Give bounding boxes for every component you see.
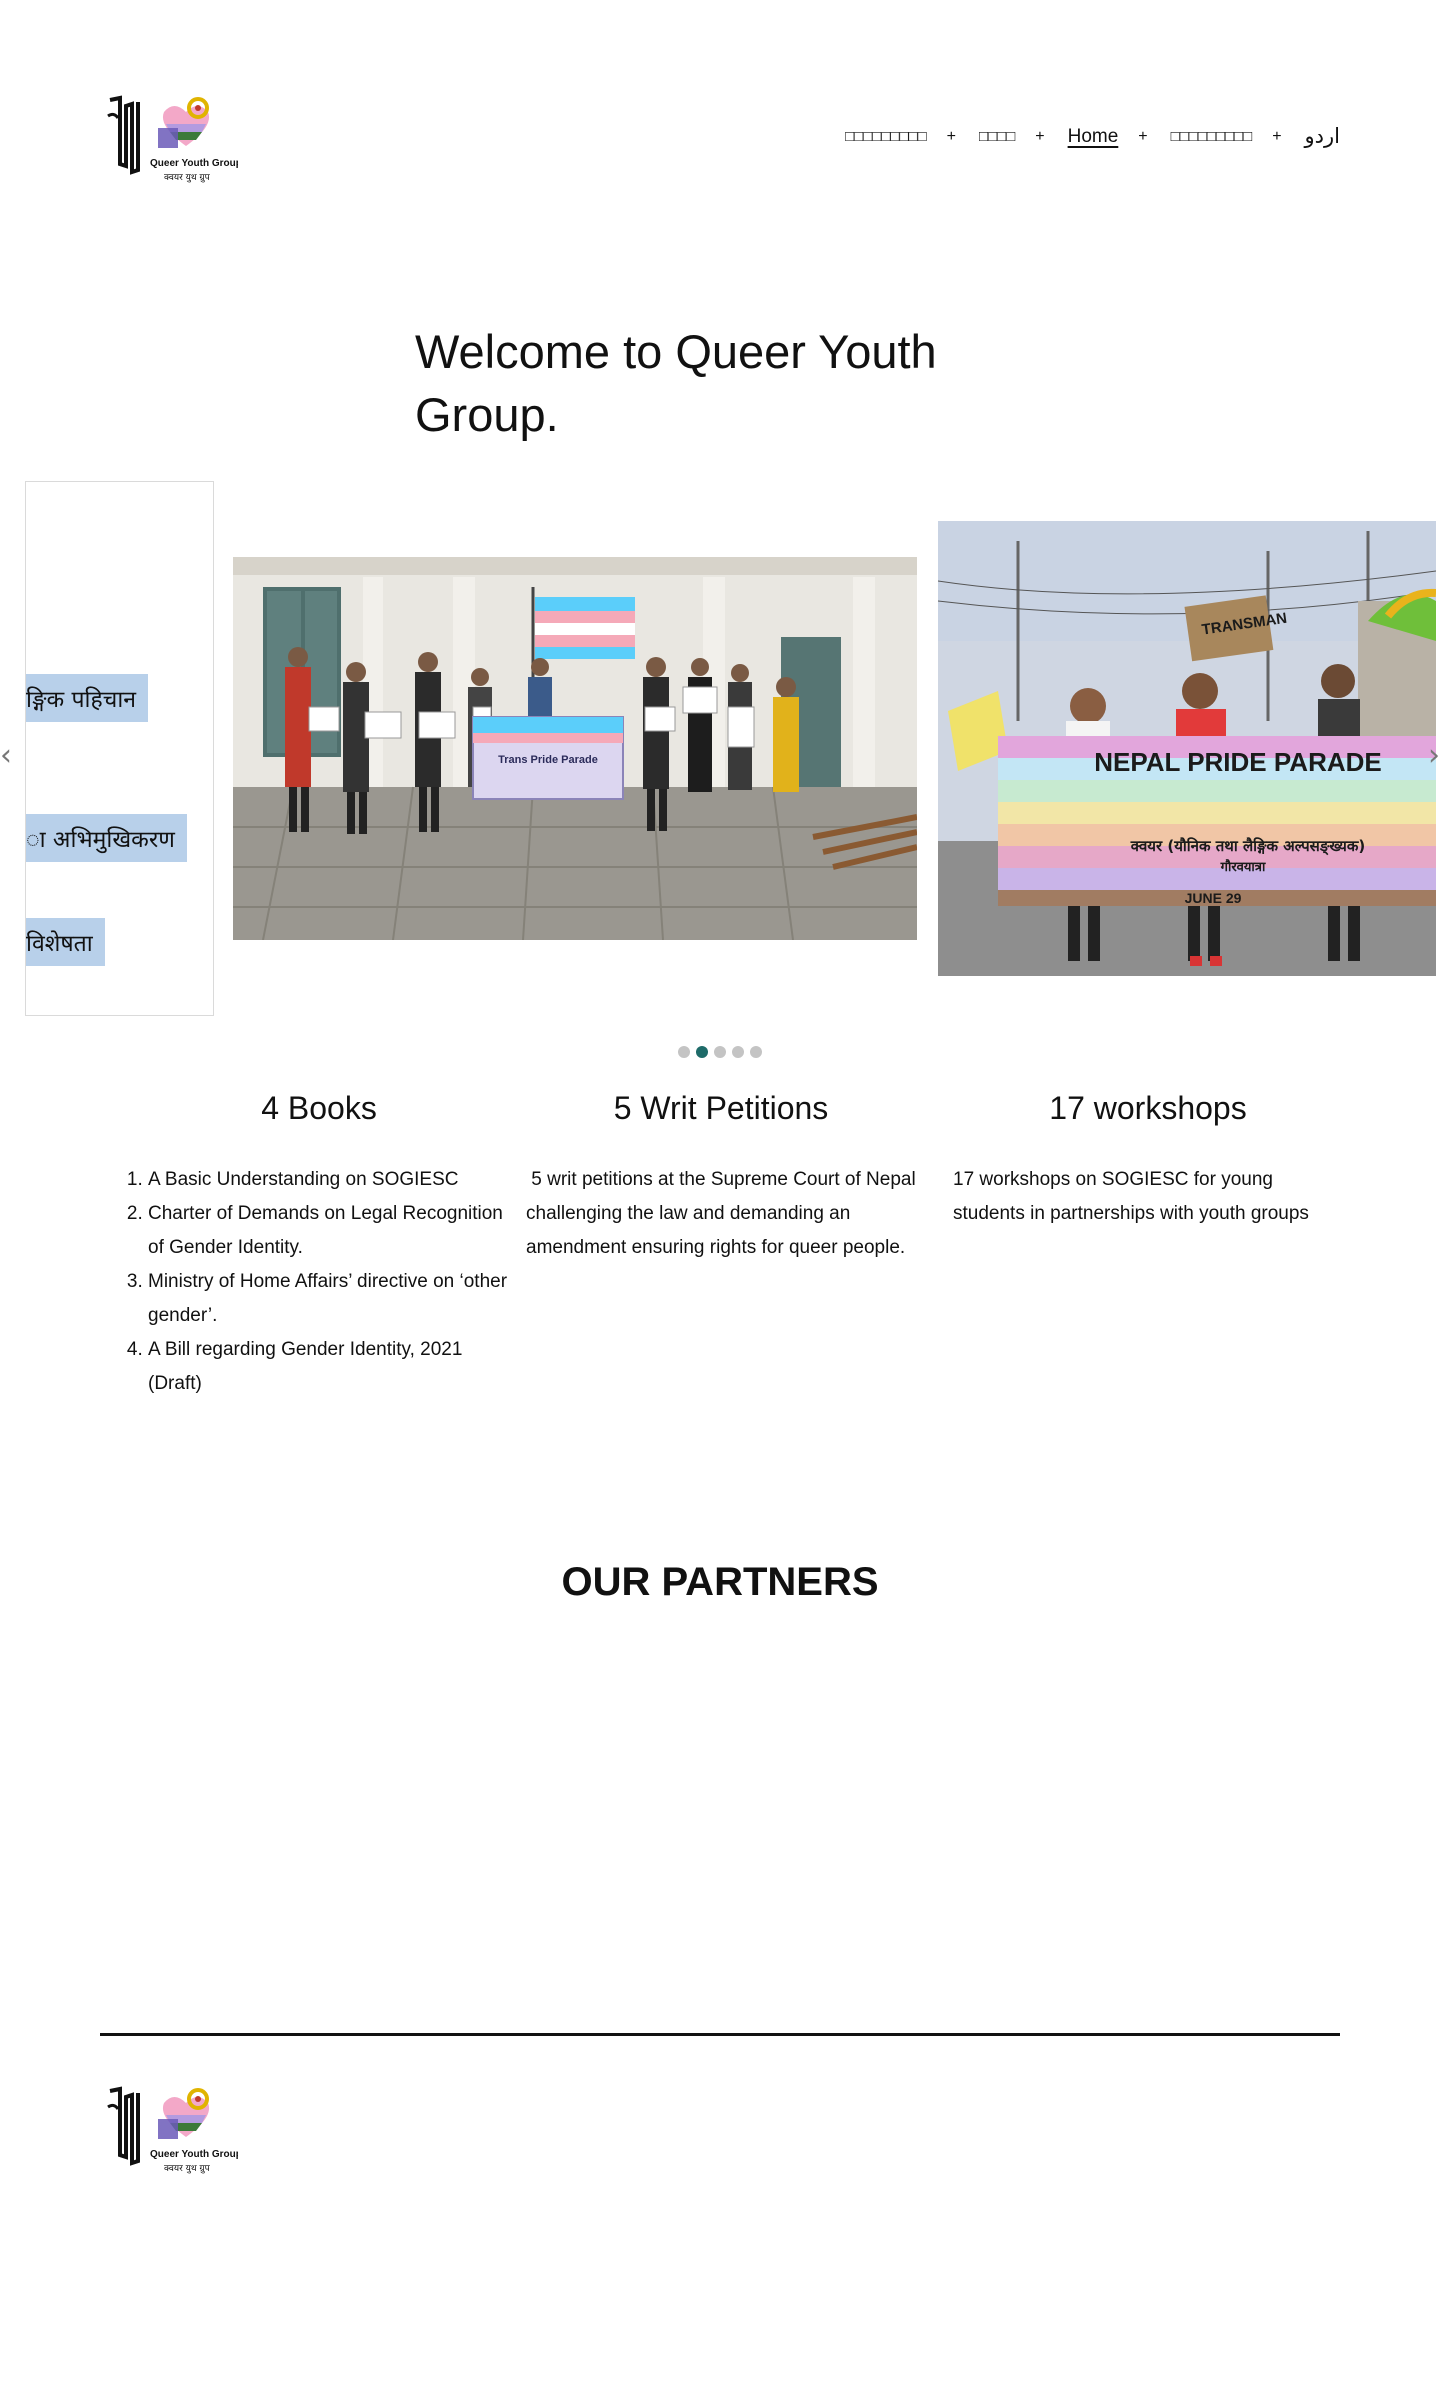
nav-link-4[interactable]: □□□□□□□□□ xyxy=(1171,128,1253,145)
primary-nav: □□□□□□□□□ + □□□□ + Home + □□□□□□□□□ + ار… xyxy=(845,124,1340,149)
stat-workshops: 17 workshops 17 workshops on SOGIESC for… xyxy=(953,1090,1343,1231)
logo-mark: Queer Youth Group क्वयर युथ ग्रुप xyxy=(107,95,242,183)
stat-writ-petitions: 5 Writ Petitions 5 writ petitions at the… xyxy=(526,1090,916,1265)
stat-title: 4 Books xyxy=(261,1090,377,1126)
card-label: ङ्गिक पहिचान xyxy=(26,674,149,722)
svg-text:JUNE 29: JUNE 29 xyxy=(1185,890,1242,906)
svg-text:गौरवयात्रा: गौरवयात्रा xyxy=(1220,859,1266,875)
trans-pride-photo: Trans Pride Parade xyxy=(233,557,917,940)
nav-item-urdu: اردو xyxy=(1305,124,1340,149)
nav-item-4: □□□□□□□□□ + xyxy=(1171,128,1305,146)
logo-mark: Queer Youth Group क्वयर युथ ग्रुप xyxy=(107,2086,242,2174)
carousel-slide-trans-pride-photo[interactable]: Trans Pride Parade xyxy=(233,557,917,940)
card-label: ा अभिमुखिकरण xyxy=(26,814,187,862)
svg-text:Queer Youth Group: Queer Youth Group xyxy=(150,158,238,169)
chevron-left-icon[interactable]: ‹ xyxy=(0,738,12,773)
chevron-right-icon[interactable]: › xyxy=(1428,738,1440,773)
list-item: Charter of Demands on Legal Recognition … xyxy=(148,1197,514,1265)
carousel-dot-active[interactable] xyxy=(696,1046,708,1058)
nav-link-urdu[interactable]: اردو xyxy=(1305,124,1340,149)
list-item: Ministry of Home Affairs’ directive on ‘… xyxy=(148,1265,514,1333)
stat-title: 5 Writ Petitions xyxy=(613,1090,829,1126)
footer-divider xyxy=(100,2033,1340,2036)
carousel-dot[interactable] xyxy=(750,1046,762,1058)
svg-text:क्वयर युथ ग्रुप: क्वयर युथ ग्रुप xyxy=(164,173,211,183)
site-logo[interactable]: Queer Youth Group क्वयर युथ ग्रुप xyxy=(106,94,242,186)
page-title: Welcome to Queer Youth Group. xyxy=(415,325,937,441)
svg-text:NEPAL PRIDE PARADE: NEPAL PRIDE PARADE xyxy=(1094,747,1382,777)
nav-link-home[interactable]: Home xyxy=(1068,126,1119,148)
svg-text:Queer Youth Group: Queer Youth Group xyxy=(150,2149,238,2160)
carousel-slide-nepal-pride-photo[interactable]: TRANSMAN NEPAL PRIDE PARADE क्वयर (यौनिक… xyxy=(938,521,1436,976)
submenu-toggle-icon[interactable]: + xyxy=(947,128,956,146)
submenu-toggle-icon[interactable]: + xyxy=(1138,128,1147,146)
nav-item-2: □□□□ + xyxy=(979,128,1068,146)
carousel-dot[interactable] xyxy=(714,1046,726,1058)
books-list: A Basic Understanding on SOGIESC Charter… xyxy=(124,1163,514,1401)
carousel-pagination xyxy=(678,1046,762,1058)
nav-link-1[interactable]: □□□□□□□□□ xyxy=(845,128,927,145)
list-item: A Basic Understanding on SOGIESC xyxy=(148,1163,514,1197)
stat-description: 5 writ petitions at the Supreme Court of… xyxy=(526,1169,921,1258)
nav-item-1: □□□□□□□□□ + xyxy=(845,128,979,146)
stat-description: 17 workshops on SOGIESC for young studen… xyxy=(953,1169,1309,1224)
submenu-toggle-icon[interactable]: + xyxy=(1272,128,1281,146)
carousel-dot[interactable] xyxy=(678,1046,690,1058)
carousel-slide-text-card[interactable]: ङ्गिक पहिचान ा अभिमुखिकरण विशेषता xyxy=(25,481,214,1016)
nav-link-2[interactable]: □□□□ xyxy=(979,128,1015,145)
footer-logo[interactable]: Queer Youth Group क्वयर युथ ग्रुप xyxy=(106,2085,242,2177)
card-label: विशेषता xyxy=(26,918,105,966)
svg-text:Trans Pride Parade: Trans Pride Parade xyxy=(498,754,598,766)
carousel-dot[interactable] xyxy=(732,1046,744,1058)
svg-text:क्वयर युथ ग्रुप: क्वयर युथ ग्रुप xyxy=(164,2164,211,2174)
partners-heading: OUR PARTNERS xyxy=(561,1560,879,1604)
image-carousel: ङ्गिक पहिचान ा अभिमुखिकरण विशेषता Trans … xyxy=(0,480,1440,1058)
list-item: A Bill regarding Gender Identity, 2021 (… xyxy=(148,1333,514,1401)
nav-item-home: Home + xyxy=(1068,126,1171,148)
nepal-pride-photo: TRANSMAN NEPAL PRIDE PARADE क्वयर (यौनिक… xyxy=(938,521,1436,976)
stat-books: 4 Books A Basic Understanding on SOGIESC… xyxy=(124,1090,514,1401)
submenu-toggle-icon[interactable]: + xyxy=(1035,128,1044,146)
svg-text:क्वयर (यौनिक तथा लैङ्गिक अल्पस: क्वयर (यौनिक तथा लैङ्गिक अल्पसङ्ख्यक) xyxy=(1130,837,1365,856)
stat-title: 17 workshops xyxy=(1049,1090,1247,1126)
